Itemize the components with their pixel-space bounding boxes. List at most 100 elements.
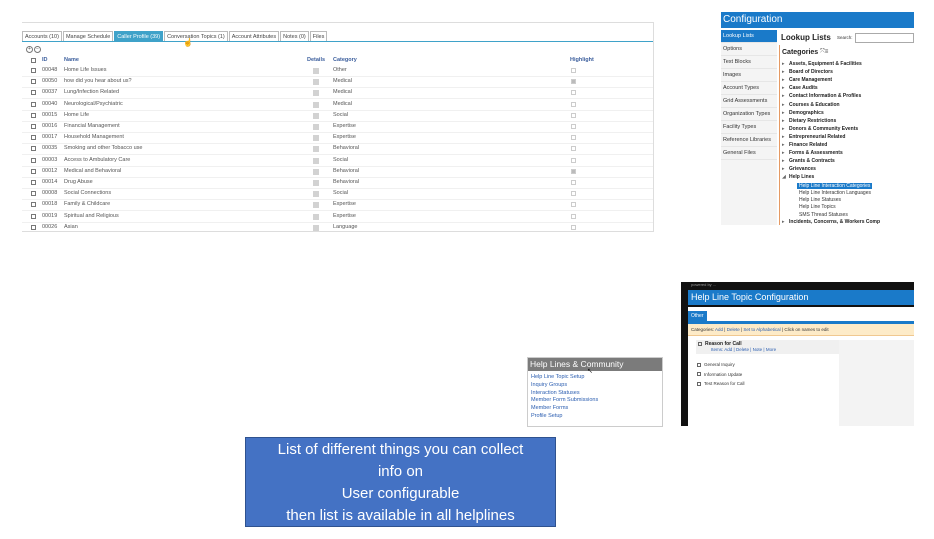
highlight-checkbox[interactable]	[571, 180, 576, 185]
tab-account-attributes[interactable]: Account Attributes	[228, 31, 280, 41]
row-checkbox[interactable]	[31, 79, 36, 85]
details-icon[interactable]	[313, 146, 319, 153]
highlight-checkbox[interactable]	[571, 90, 576, 96]
row-checkbox[interactable]	[31, 135, 36, 141]
collapsed-arrow-icon[interactable]: ▸	[782, 118, 789, 124]
sidebar-item[interactable]: Options	[721, 43, 777, 56]
details-icon[interactable]	[313, 101, 319, 108]
row-checkbox[interactable]	[31, 191, 36, 197]
category-item[interactable]: ▸ Grants & Contracts	[782, 158, 835, 164]
table-row[interactable]: 00008 Social Connections Social	[22, 189, 653, 201]
highlight-checkbox[interactable]	[571, 213, 576, 219]
collapsed-arrow-icon[interactable]: ▸	[782, 61, 789, 67]
highlight-checkbox[interactable]	[571, 168, 576, 174]
collapsed-arrow-icon[interactable]: ▸	[782, 219, 789, 225]
details-icon[interactable]	[313, 68, 319, 74]
details-icon[interactable]	[313, 112, 319, 119]
collapsed-arrow-icon[interactable]: ▸	[782, 93, 789, 99]
topic-item-checkbox[interactable]	[697, 381, 701, 386]
row-checkbox[interactable]	[31, 202, 36, 208]
table-row[interactable]: 00015 Home Life Social	[22, 111, 653, 122]
row-checkbox[interactable]	[31, 224, 36, 230]
sidebar-item[interactable]: Text Blocks	[721, 56, 777, 69]
table-row[interactable]: 00050 how did you hear about us? Medical	[22, 77, 653, 89]
highlight-checkbox[interactable]	[571, 101, 576, 107]
help-lines-menu-item[interactable]: Interaction Statuses	[531, 390, 580, 396]
row-checkbox[interactable]	[31, 112, 36, 118]
highlight-checkbox[interactable]	[571, 157, 576, 163]
tab-notes[interactable]: Notes (0)	[280, 31, 309, 41]
category-item[interactable]: ▸ Case Audits	[782, 85, 818, 91]
row-checkbox[interactable]	[31, 124, 36, 129]
sidebar-item[interactable]: Lookup Lists	[721, 30, 777, 43]
table-row[interactable]: 00018 Family & Childcare Expertise	[22, 200, 653, 212]
category-item[interactable]: ▸ Incidents, Concerns, & Workers Comp	[782, 219, 880, 225]
table-row[interactable]: 00017 Household Management Expertise	[22, 133, 653, 145]
section-checkbox[interactable]	[698, 341, 702, 346]
delete-item-link[interactable]: Delete	[736, 347, 749, 352]
table-row[interactable]: 00040 Neurological/Psychiatric Medical	[22, 100, 653, 111]
category-item[interactable]: ▸ Demographics	[782, 110, 824, 116]
alphabetical-link[interactable]: Set to Alphabetical	[743, 327, 780, 332]
details-icon[interactable]	[313, 191, 319, 198]
collapsed-arrow-icon[interactable]: ▸	[782, 77, 789, 83]
category-item[interactable]: ▸ Finance Related	[782, 142, 827, 148]
collapsed-arrow-icon[interactable]: ▸	[782, 110, 789, 116]
collapsed-arrow-icon[interactable]: ▸	[782, 102, 789, 108]
category-item[interactable]: ◢ Help Lines	[782, 174, 814, 180]
details-icon[interactable]	[313, 168, 319, 175]
subcategory-item[interactable]: Help Line Interaction Languages	[799, 190, 871, 196]
highlight-checkbox[interactable]	[571, 191, 576, 197]
subcategory-item[interactable]: Help Line Statuses	[799, 197, 841, 203]
category-item[interactable]: ▸ Contact Information & Profiles	[782, 93, 861, 99]
details-icon[interactable]	[313, 224, 319, 231]
sidebar-item[interactable]: General Files	[721, 147, 777, 160]
topic-item[interactable]: General Inquiry	[697, 362, 735, 367]
sidebar-item[interactable]: Organization Types	[721, 108, 777, 121]
collapsed-arrow-icon[interactable]: ▸	[782, 126, 789, 132]
tab-manage-schedule[interactable]: Manage Schedule	[62, 31, 114, 41]
help-lines-menu-item[interactable]: Profile Setup	[531, 413, 563, 419]
subcategory-item[interactable]: Help Line Topics	[799, 204, 836, 210]
tab-other[interactable]: Other	[688, 311, 707, 321]
row-checkbox[interactable]	[31, 101, 36, 107]
category-item[interactable]: ▸ Forms & Assessments	[782, 150, 843, 156]
collapsed-arrow-icon[interactable]: ▸	[782, 150, 789, 156]
select-all-checkbox[interactable]	[31, 58, 36, 63]
category-item[interactable]: ▸ Board of Directors	[782, 69, 833, 75]
table-row[interactable]: 00012 Medical and Behavioral Behavioral	[22, 167, 653, 178]
details-icon[interactable]	[313, 135, 319, 142]
category-item[interactable]: ▸ Courses & Education	[782, 102, 840, 108]
tab-conversation-topics[interactable]: Conversation Topics (1)	[164, 31, 228, 41]
collapsed-arrow-icon[interactable]: ▸	[782, 158, 789, 164]
highlight-checkbox[interactable]	[571, 135, 576, 141]
details-icon[interactable]	[313, 213, 319, 220]
topic-item-checkbox[interactable]	[697, 372, 701, 377]
details-icon[interactable]	[313, 90, 319, 97]
topic-item-checkbox[interactable]	[697, 362, 701, 367]
table-row[interactable]: 00019 Spiritual and Religious Expertise	[22, 212, 653, 223]
collapsed-arrow-icon[interactable]: ▸	[782, 69, 789, 75]
row-checkbox[interactable]	[31, 180, 36, 185]
add-item-link[interactable]: Add	[724, 347, 732, 352]
highlight-checkbox[interactable]	[571, 68, 576, 73]
topic-item[interactable]: Information Update	[697, 372, 742, 377]
highlight-checkbox[interactable]	[571, 224, 576, 230]
remove-circle-icon[interactable]: −	[34, 46, 41, 53]
category-item[interactable]: ▸ Grievances	[782, 166, 816, 172]
help-lines-menu-item[interactable]: Member Forms	[531, 405, 568, 411]
lookup-search-input[interactable]	[855, 33, 914, 43]
help-lines-menu-item[interactable]: Member Form Submissions	[531, 397, 598, 403]
subcategory-item[interactable]: SMS Thread Statuses	[799, 212, 848, 218]
table-row[interactable]: 00016 Financial Management Expertise	[22, 122, 653, 133]
highlight-checkbox[interactable]	[571, 202, 576, 208]
delete-category-link[interactable]: Delete	[727, 327, 740, 332]
collapsed-arrow-icon[interactable]: ▸	[782, 134, 789, 140]
collapsed-arrow-icon[interactable]: ▸	[782, 85, 789, 91]
note-link[interactable]: Note	[753, 347, 763, 352]
details-icon[interactable]	[313, 79, 319, 86]
highlight-checkbox[interactable]	[571, 79, 576, 85]
add-circle-icon[interactable]: +	[26, 46, 33, 53]
more-link[interactable]: More	[766, 347, 776, 352]
category-item[interactable]: ▸ Dietary Restrictions	[782, 118, 836, 124]
